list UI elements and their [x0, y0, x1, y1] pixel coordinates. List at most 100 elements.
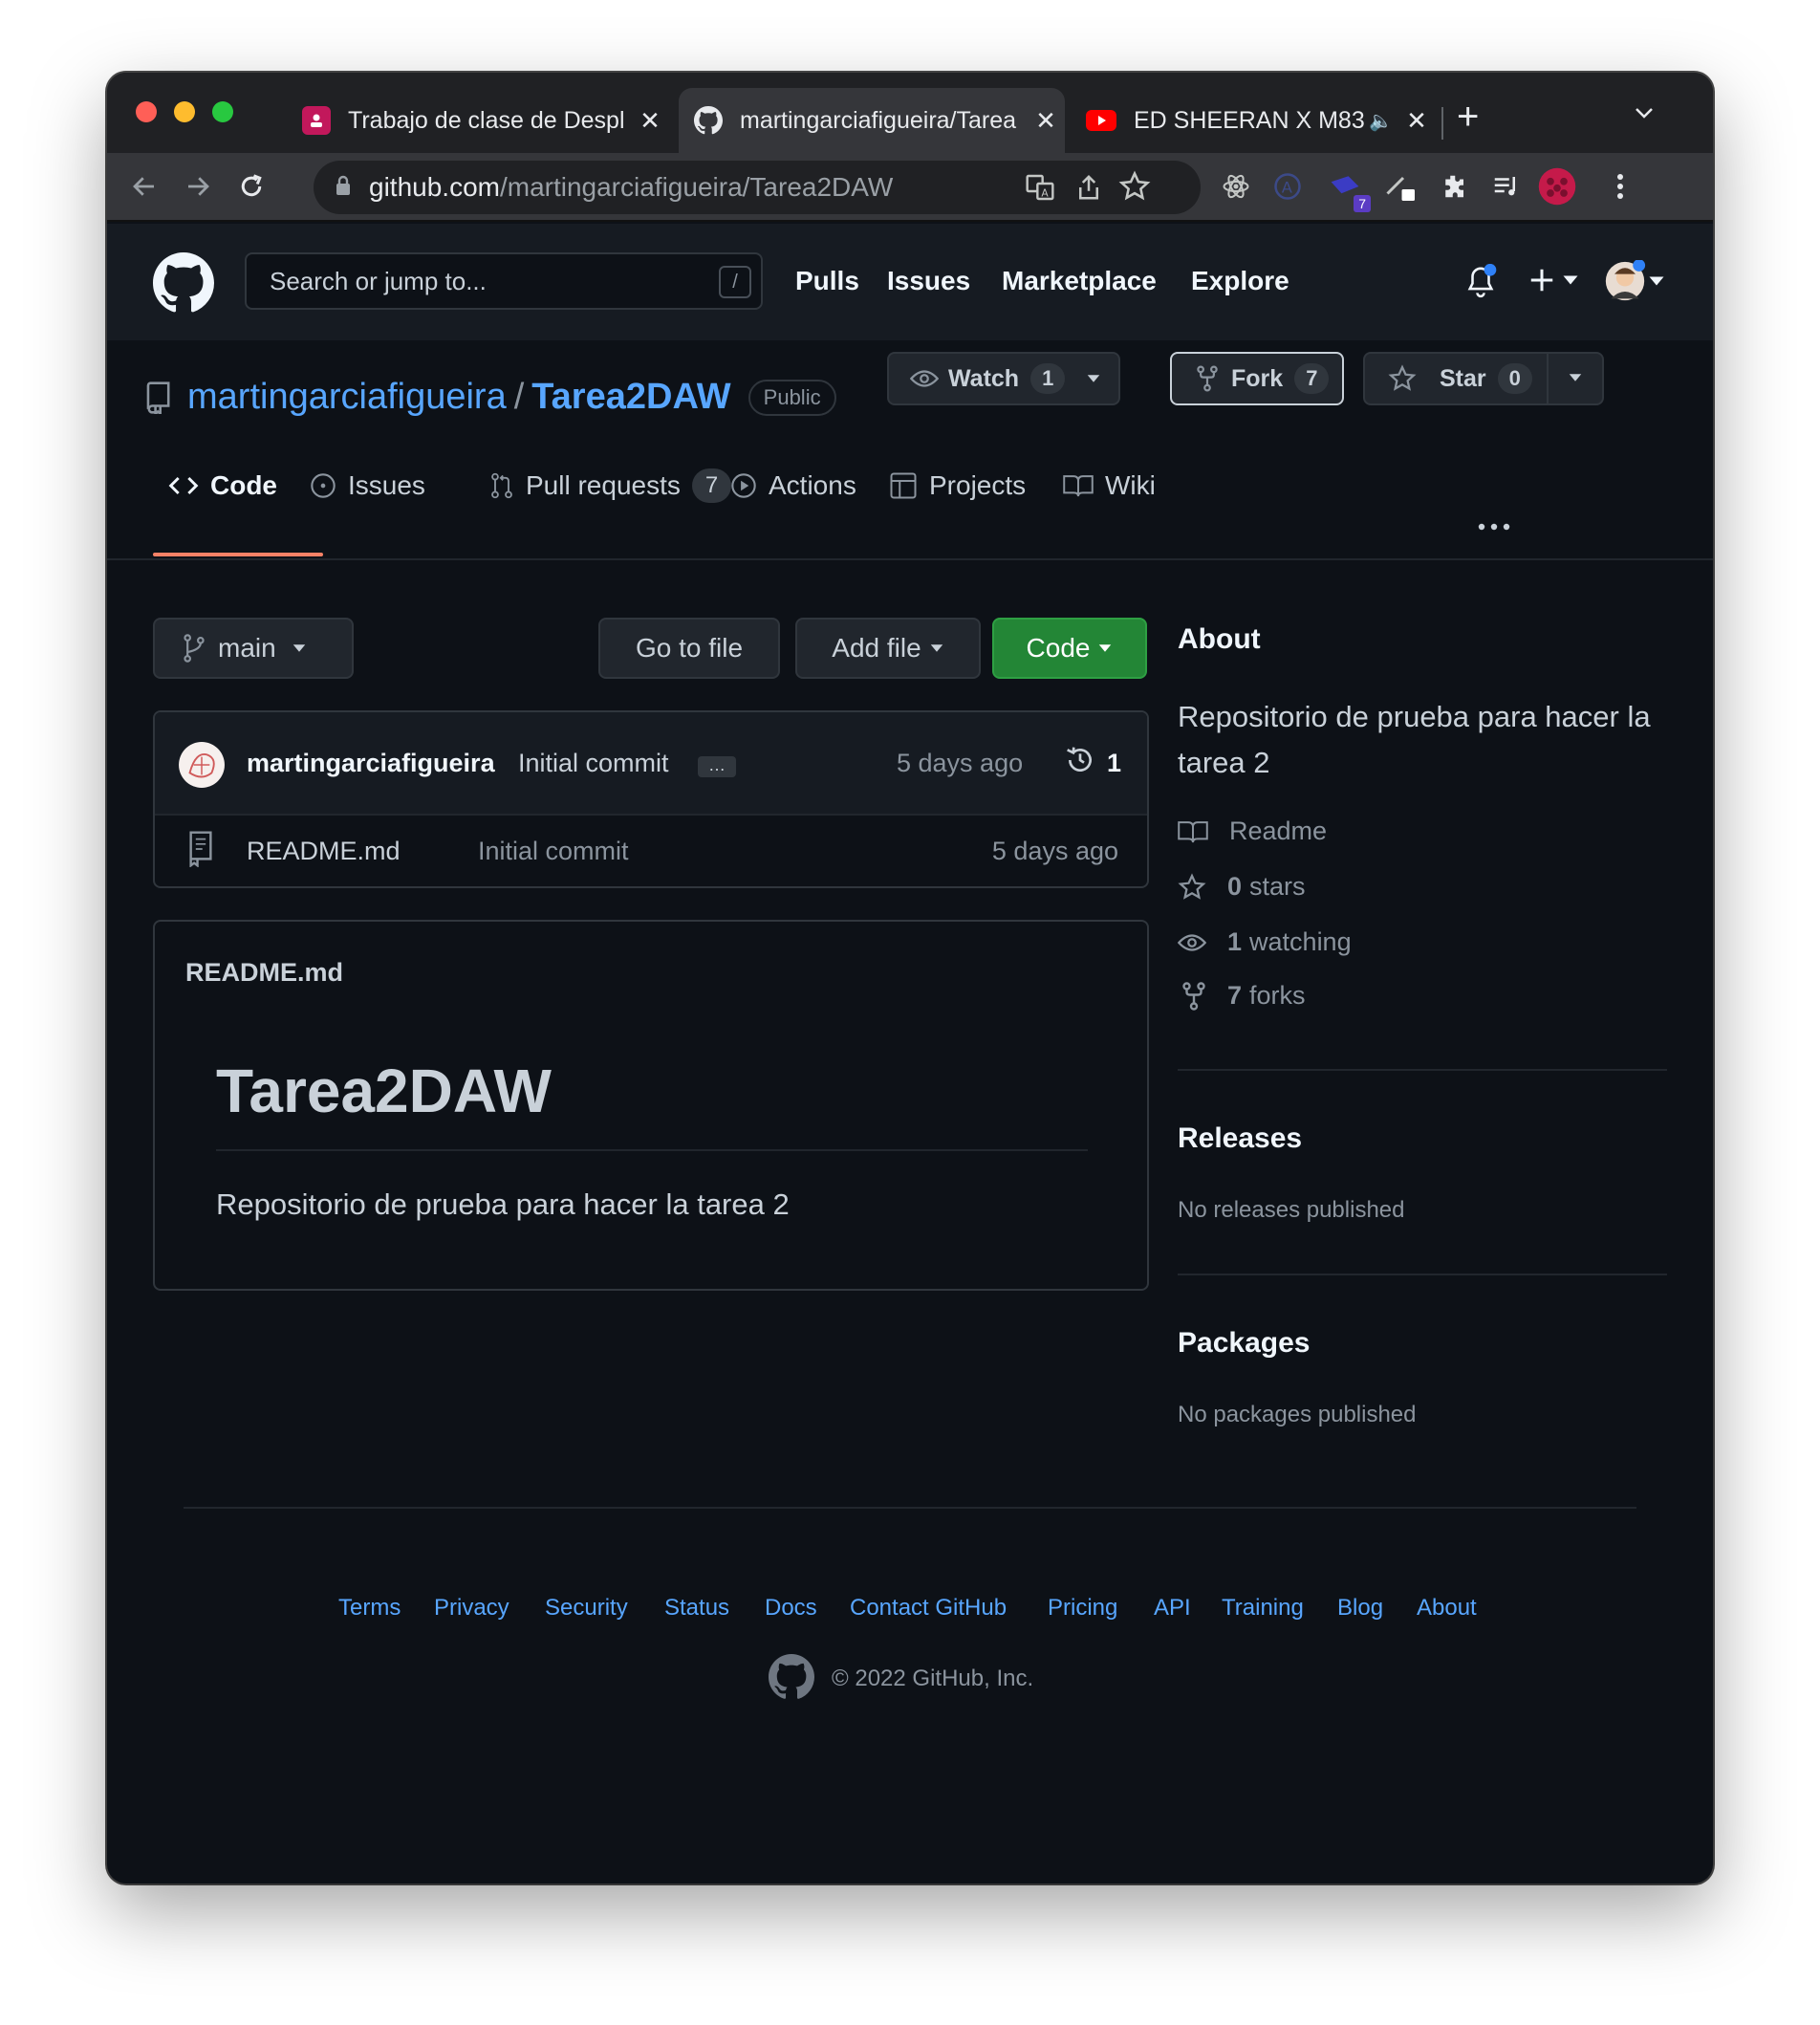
watching-count: 1	[1227, 927, 1243, 956]
footer-link-training[interactable]: Training	[1222, 1595, 1304, 1622]
close-tab-icon[interactable]: ✕	[1027, 106, 1065, 136]
footer-link-contact[interactable]: Contact GitHub	[850, 1595, 1007, 1622]
close-tab-icon[interactable]: ✕	[1398, 106, 1436, 136]
extension-badge-count: 7	[1354, 195, 1371, 212]
repo-title: martingarciafigueira / Tarea2DAW Public	[145, 377, 836, 418]
tab-search-icon[interactable]	[1633, 101, 1656, 129]
footer-link-pricing[interactable]: Pricing	[1048, 1595, 1117, 1622]
file-listing: martingarciafigueira Initial commit … 5 …	[153, 710, 1149, 888]
translate-icon[interactable]: A	[1025, 172, 1055, 207]
watching-link[interactable]: 1 watching	[1178, 927, 1352, 957]
search-shortcut-key: /	[719, 266, 751, 298]
notifications-bell-icon[interactable]	[1464, 263, 1497, 305]
tab-pull-requests[interactable]: Pull requests 7	[489, 438, 732, 533]
file-commit-message[interactable]: Initial commit	[478, 837, 629, 866]
branch-select[interactable]: main	[153, 618, 354, 679]
footer-link-api[interactable]: API	[1154, 1595, 1191, 1622]
chevron-down-icon[interactable]	[1086, 374, 1101, 383]
close-window-button[interactable]	[136, 101, 157, 122]
go-to-file-button[interactable]: Go to file	[598, 618, 780, 679]
reload-icon[interactable]	[229, 164, 273, 208]
file-commit-time: 5 days ago	[991, 837, 1118, 865]
nav-explore[interactable]: Explore	[1191, 266, 1289, 296]
bookmark-star-icon[interactable]	[1118, 170, 1151, 207]
readme-filename[interactable]: README.md	[185, 958, 343, 988]
footer-link-status[interactable]: Status	[664, 1595, 729, 1622]
url-path: /martingarciafigueira/Tarea2DAW	[499, 172, 894, 202]
book-icon	[1178, 820, 1208, 842]
nav-issues[interactable]: Issues	[887, 266, 970, 296]
share-icon[interactable]	[1074, 172, 1103, 207]
back-icon[interactable]	[122, 164, 166, 208]
zoom-window-button[interactable]	[212, 101, 233, 122]
file-name[interactable]: README.md	[247, 837, 401, 866]
watch-button[interactable]: Watch 1	[887, 352, 1120, 405]
nav-marketplace[interactable]: Marketplace	[1002, 266, 1157, 296]
profile-avatar-icon[interactable]	[1535, 164, 1579, 208]
tab-actions[interactable]: Actions	[730, 438, 856, 533]
fork-button[interactable]: Fork 7	[1170, 352, 1344, 405]
stars-link[interactable]: 0 stars	[1178, 872, 1306, 902]
footer-link-privacy[interactable]: Privacy	[434, 1595, 509, 1622]
nav-pulls[interactable]: Pulls	[795, 266, 859, 296]
chevron-down-icon[interactable]	[1568, 373, 1583, 382]
forks-link[interactable]: 7 forks	[1178, 981, 1306, 1011]
browser-menu-icon[interactable]	[1598, 164, 1642, 208]
extension-a-icon[interactable]: A	[1266, 164, 1310, 208]
close-tab-icon[interactable]: ✕	[631, 106, 669, 136]
browser-tab-classroom[interactable]: Trabajo de clase de Despl ✕	[287, 88, 669, 153]
repo-name-link[interactable]: Tarea2DAW	[531, 377, 730, 418]
react-devtools-icon[interactable]	[1214, 164, 1258, 208]
browser-tab-youtube[interactable]: ED SHEERAN X M83 🔈 ✕	[1071, 88, 1436, 153]
commit-count[interactable]: 1	[1107, 749, 1121, 778]
github-logo-icon[interactable]	[153, 252, 214, 318]
footer-divider	[184, 1507, 1636, 1509]
user-avatar[interactable]	[1604, 260, 1665, 302]
more-tabs-icon[interactable]	[1478, 518, 1510, 535]
speaker-icon[interactable]: 🔈	[1369, 109, 1398, 133]
releases-title[interactable]: Releases	[1178, 1122, 1302, 1155]
footer-link-blog[interactable]: Blog	[1337, 1595, 1383, 1622]
star-button[interactable]: Star 0	[1363, 352, 1604, 405]
tab-code[interactable]: Code	[168, 438, 277, 533]
minimize-window-button[interactable]	[174, 101, 195, 122]
puzzle-extensions-icon[interactable]	[1432, 164, 1476, 208]
branch-name: main	[218, 633, 276, 663]
issue-icon	[311, 473, 336, 498]
commit-time[interactable]: 5 days ago	[897, 749, 1023, 778]
footer-github-logo-icon[interactable]	[769, 1654, 814, 1705]
add-file-button[interactable]: Add file	[795, 618, 981, 679]
footer-link-docs[interactable]: Docs	[765, 1595, 817, 1622]
fork-count: 7	[1294, 363, 1330, 394]
tab-issues[interactable]: Issues	[310, 438, 425, 533]
tab-wiki[interactable]: Wiki	[1063, 438, 1156, 533]
address-bar[interactable]: github.com/martingarciafigueira/Tarea2DA…	[314, 161, 1201, 214]
new-tab-button[interactable]: +	[1457, 96, 1479, 139]
repo-owner-link[interactable]: martingarciafigueira	[187, 377, 507, 418]
readme-link[interactable]: Readme	[1178, 817, 1327, 846]
search-input[interactable]: Search or jump to... /	[245, 252, 763, 310]
tab-projects[interactable]: Projects	[889, 438, 1026, 533]
commit-expand-button[interactable]: …	[698, 756, 736, 777]
media-control-icon[interactable]	[1484, 164, 1528, 208]
avatar[interactable]	[178, 741, 226, 795]
repo-separator: /	[513, 377, 525, 417]
pen-extension-icon[interactable]	[1378, 164, 1422, 208]
footer-link-about[interactable]: About	[1417, 1595, 1477, 1622]
history-icon[interactable]	[1065, 745, 1095, 782]
commit-message[interactable]: Initial commit	[518, 749, 669, 778]
extension-badge-icon[interactable]: 7	[1323, 164, 1371, 212]
browser-window: Trabajo de clase de Despl ✕ martingarcia…	[107, 73, 1713, 1883]
forward-icon[interactable]	[176, 164, 220, 208]
packages-title[interactable]: Packages	[1178, 1327, 1310, 1360]
footer-link-security[interactable]: Security	[545, 1595, 628, 1622]
code-button[interactable]: Code	[992, 618, 1147, 679]
file-row[interactable]: README.md Initial commit 5 days ago	[155, 816, 1147, 886]
tab-title: Trabajo de clase de Despl	[348, 106, 625, 134]
tab-title: martingarciafigueira/Tarea	[740, 106, 1017, 134]
chevron-down-icon	[1097, 643, 1113, 653]
browser-tab-github[interactable]: martingarciafigueira/Tarea ✕	[679, 88, 1065, 153]
commit-author[interactable]: martingarciafigueira	[247, 749, 495, 778]
create-new-icon[interactable]	[1528, 266, 1579, 294]
footer-link-terms[interactable]: Terms	[338, 1595, 401, 1622]
